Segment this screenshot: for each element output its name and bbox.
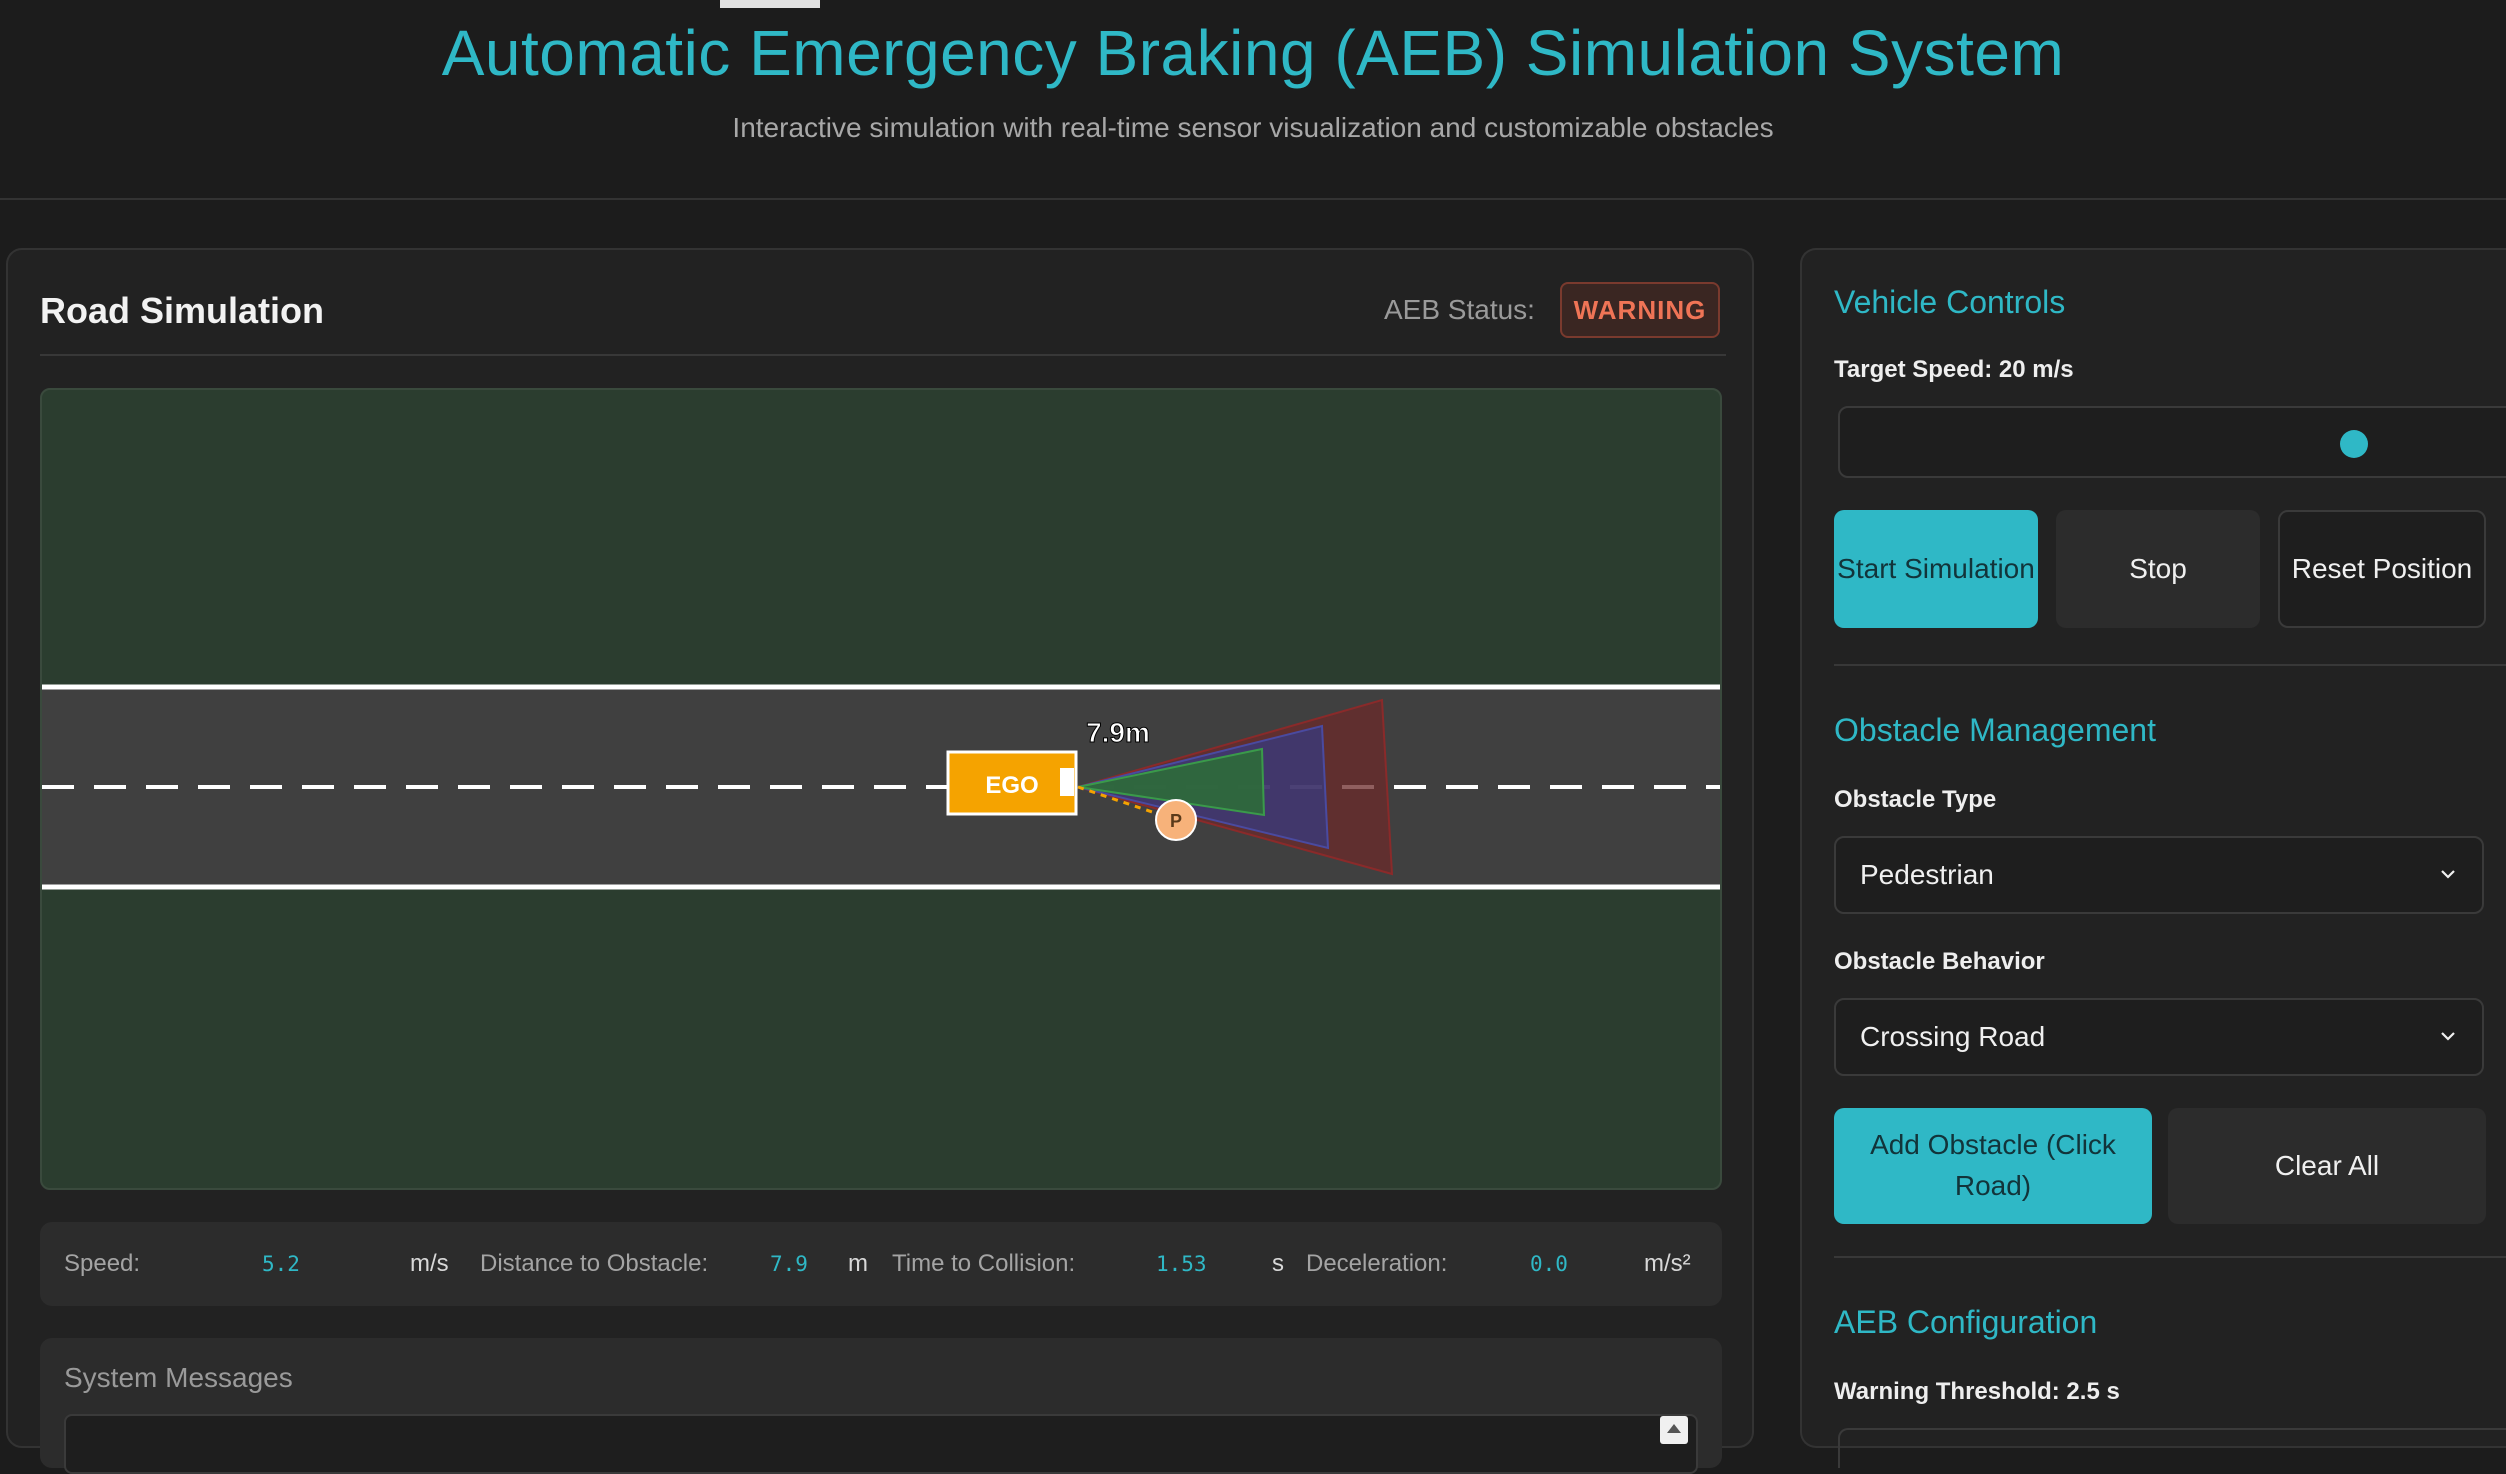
- road-simulation-panel: Road Simulation AEB Status: WARNING EGO …: [6, 248, 1754, 1474]
- page-title: Automatic Emergency Braking (AEB) Simula…: [441, 17, 2065, 89]
- divider: [40, 354, 1726, 356]
- aeb-status-badge: WARNING: [1560, 282, 1720, 338]
- vehicle-controls-title: Vehicle Controls: [1834, 284, 2066, 320]
- deceleration-label: Deceleration:: [1306, 1250, 1448, 1277]
- ttc-value: 1.53: [1156, 1252, 1207, 1276]
- reset-position-button[interactable]: Reset Position: [2278, 510, 2486, 628]
- top-indicator: [720, 0, 820, 8]
- ttc-unit: s: [1272, 1250, 1284, 1277]
- warning-threshold-label: Warning Threshold: 2.5 s: [1834, 1378, 2120, 1405]
- distance-label: Distance to Obstacle:: [480, 1250, 709, 1277]
- distance-value: 7.9: [770, 1252, 808, 1276]
- ttc-label: Time to Collision:: [892, 1250, 1076, 1277]
- scroll-up-icon[interactable]: [1660, 1416, 1688, 1444]
- chevron-down-icon: [2441, 1032, 2455, 1041]
- telemetry-bar: Speed: 5.2 m/s Distance to Obstacle: 7.9…: [40, 1222, 1722, 1306]
- pedestrian-marker-label: P: [1170, 811, 1182, 831]
- page-header: Automatic Emergency Braking (AEB) Simula…: [0, 0, 2506, 200]
- speed-label: Speed:: [64, 1250, 141, 1277]
- deceleration-unit: m/s²: [1644, 1250, 1691, 1277]
- aeb-status-label: AEB Status:: [1384, 294, 1535, 325]
- warning-threshold-slider[interactable]: [1838, 1428, 2506, 1468]
- divider: [1834, 1256, 2506, 1258]
- stop-button[interactable]: Stop: [2056, 510, 2260, 628]
- road-simulation-title: Road Simulation: [40, 290, 325, 331]
- chevron-down-icon: [2441, 870, 2455, 879]
- obstacle-type-value: Pedestrian: [1860, 859, 1994, 890]
- deceleration-value: 0.0: [1530, 1252, 1568, 1276]
- obstacle-behavior-label: Obstacle Behavior: [1834, 948, 2045, 975]
- aeb-configuration-title: AEB Configuration: [1834, 1304, 2098, 1340]
- divider: [1834, 664, 2506, 666]
- target-speed-slider[interactable]: [1838, 406, 2506, 478]
- target-speed-label: Target Speed: 20 m/s: [1834, 356, 2074, 383]
- clear-all-button[interactable]: Clear All: [2168, 1108, 2486, 1224]
- page-subtitle: Interactive simulation with real-time se…: [732, 112, 1774, 143]
- ego-label: EGO: [985, 772, 1038, 799]
- speed-value: 5.2: [262, 1252, 300, 1276]
- add-obstacle-button[interactable]: Add Obstacle (Click Road): [1834, 1108, 2152, 1224]
- distance-readout: 7.9m: [1086, 717, 1150, 748]
- distance-unit: m: [848, 1250, 868, 1277]
- road-canvas[interactable]: EGO 7.9m P: [40, 388, 1722, 1190]
- controls-panel: Vehicle Controls Target Speed: 20 m/s St…: [1800, 248, 2506, 1468]
- system-messages-panel: System Messages: [40, 1338, 1722, 1474]
- obstacle-management-title: Obstacle Management: [1834, 712, 2156, 748]
- ego-headlight: [1060, 768, 1074, 796]
- system-messages-title: System Messages: [64, 1362, 293, 1393]
- speed-unit: m/s: [410, 1250, 449, 1277]
- start-simulation-button[interactable]: Start Simulation: [1834, 510, 2038, 628]
- obstacle-type-select[interactable]: Pedestrian: [1834, 836, 2484, 914]
- slider-thumb[interactable]: [2340, 430, 2368, 458]
- system-messages-log[interactable]: [64, 1414, 1698, 1474]
- obstacle-type-label: Obstacle Type: [1834, 786, 1997, 813]
- obstacle-behavior-value: Crossing Road: [1860, 1021, 2046, 1052]
- obstacle-behavior-select[interactable]: Crossing Road: [1834, 998, 2484, 1076]
